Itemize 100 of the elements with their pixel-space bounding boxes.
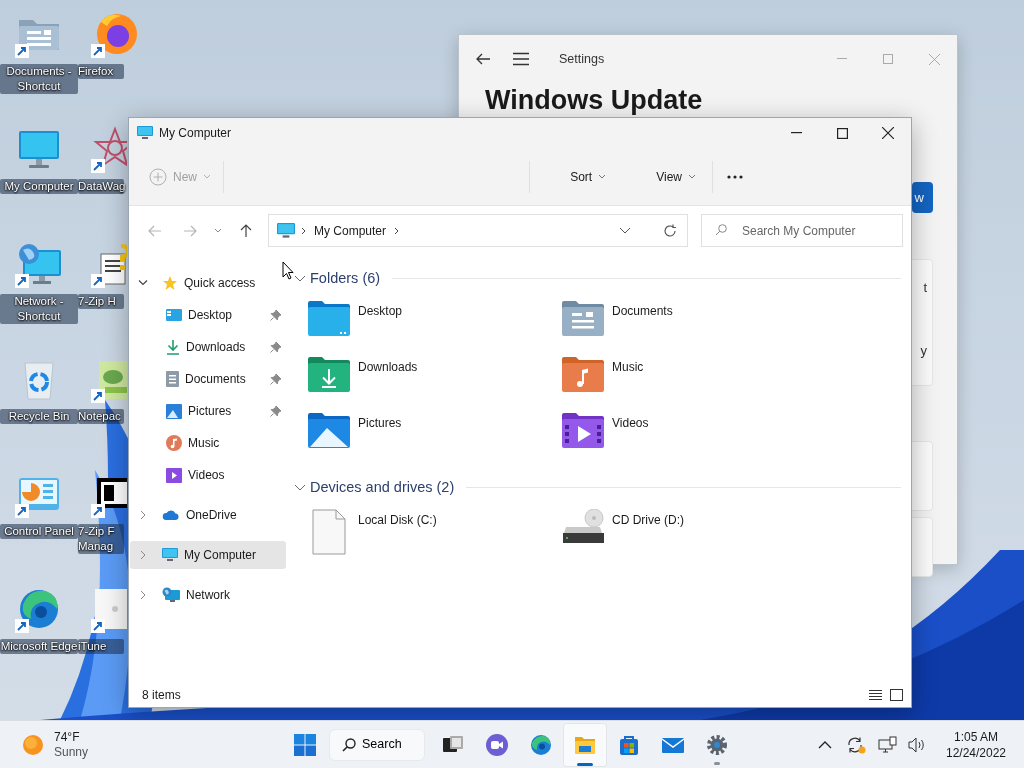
sidebar-item[interactable]: Pictures bbox=[130, 397, 286, 425]
folder-item[interactable]: Videos bbox=[562, 407, 816, 464]
pin-icon[interactable] bbox=[270, 309, 281, 321]
icon-label: iTune bbox=[78, 639, 124, 654]
icon-label: Microsoft Edge bbox=[0, 639, 78, 654]
clock[interactable]: 1:05 AM 12/24/2022 bbox=[936, 728, 1016, 761]
dropdown-chevron-icon[interactable] bbox=[619, 227, 631, 234]
grid-icon bbox=[294, 733, 316, 756]
folder-item[interactable]: Documents bbox=[562, 295, 816, 352]
expand-chevron-icon[interactable] bbox=[138, 278, 148, 288]
music-icon bbox=[166, 435, 182, 451]
back-arrow-icon[interactable] bbox=[475, 51, 491, 67]
star-emblem-icon[interactable] bbox=[91, 125, 127, 173]
drive-item[interactable]: Local Disk (C:) bbox=[308, 504, 562, 561]
pin-icon[interactable] bbox=[270, 405, 281, 417]
breadcrumb[interactable]: My Computer bbox=[312, 221, 389, 240]
details-view-icon[interactable] bbox=[869, 689, 882, 701]
search-button[interactable]: Search bbox=[329, 728, 425, 761]
sidebar-item[interactable]: OneDrive bbox=[130, 501, 286, 529]
caret-icon bbox=[598, 174, 607, 179]
icon-label: Notepac bbox=[78, 409, 124, 424]
caret-icon bbox=[688, 174, 696, 179]
forward-arrow-icon bbox=[183, 224, 197, 237]
sync-icon[interactable] bbox=[846, 735, 866, 754]
icon-label: 7-Zip F Manag bbox=[78, 524, 124, 554]
sort-button[interactable]: Sort bbox=[562, 161, 615, 192]
downloads-folder-icon bbox=[308, 355, 350, 392]
picture-icon bbox=[166, 403, 182, 419]
browser-icon bbox=[529, 732, 553, 757]
page-heading: Windows Update bbox=[485, 84, 704, 117]
monitor-icon bbox=[162, 548, 178, 562]
cursor-icon bbox=[282, 261, 294, 280]
sidebar-item[interactable]: My Computer bbox=[130, 541, 286, 569]
folder-item[interactable]: Music bbox=[562, 351, 816, 408]
drive-item[interactable]: CD Drive (D:) bbox=[562, 504, 816, 561]
window-title: Settings bbox=[559, 50, 605, 68]
sidebar-item[interactable]: Downloads bbox=[130, 333, 286, 361]
section-header[interactable]: Devices and drives (2) bbox=[294, 476, 455, 499]
card-text: t bbox=[923, 279, 927, 297]
download-icon bbox=[166, 339, 180, 355]
breadcrumb-chevron-icon[interactable] bbox=[394, 226, 400, 235]
tiles-view-icon[interactable] bbox=[890, 689, 903, 701]
search-icon bbox=[342, 737, 356, 752]
desktop-folder-icon bbox=[166, 308, 182, 322]
action-button[interactable]: w bbox=[912, 182, 933, 213]
address-bar[interactable]: My Computer bbox=[268, 214, 688, 247]
search-field[interactable]: Search My Computer bbox=[701, 214, 903, 247]
expand-chevron-icon[interactable] bbox=[138, 590, 148, 600]
sidebar-item[interactable]: Network bbox=[130, 581, 286, 609]
close-icon[interactable] bbox=[882, 127, 894, 139]
expand-chevron-icon[interactable] bbox=[138, 550, 148, 560]
more-icon bbox=[727, 174, 743, 179]
plus-icon bbox=[149, 167, 167, 186]
window-title: My Computer bbox=[159, 125, 232, 142]
weather-condition[interactable]: Sunny bbox=[54, 744, 89, 760]
monitor-icon bbox=[137, 126, 153, 140]
icon-label: DataWag bbox=[78, 179, 124, 194]
videos-folder-icon bbox=[562, 411, 604, 448]
sidebar-item[interactable]: Desktop bbox=[130, 301, 286, 329]
documents-folder-icon bbox=[562, 299, 604, 336]
date: 12/24/2022 bbox=[945, 744, 1007, 761]
caret-icon bbox=[214, 228, 222, 233]
search-icon bbox=[715, 224, 727, 236]
item-count: 8 items bbox=[142, 687, 181, 704]
pin-icon[interactable] bbox=[270, 341, 281, 353]
icon-label: My Computer bbox=[0, 179, 78, 194]
expand-chevron-icon[interactable] bbox=[138, 510, 148, 520]
monitor-icon bbox=[277, 222, 295, 239]
settings-icon bbox=[705, 732, 729, 757]
video-icon bbox=[166, 467, 182, 483]
icon-label: Network - Shortcut bbox=[0, 294, 78, 324]
network-icon[interactable] bbox=[878, 735, 898, 754]
minimize-icon[interactable] bbox=[790, 132, 802, 134]
sidebar-item[interactable]: Videos bbox=[130, 461, 286, 489]
folder-item[interactable]: Pictures bbox=[308, 407, 562, 464]
desktop-folder-icon bbox=[308, 299, 350, 336]
sidebar-item[interactable]: Documents bbox=[130, 365, 286, 393]
back-arrow-icon bbox=[148, 224, 162, 237]
menu-icon[interactable] bbox=[513, 52, 529, 66]
icon-label: Firefox bbox=[78, 64, 124, 79]
icon-label: Control Panel bbox=[0, 524, 78, 539]
refresh-icon[interactable] bbox=[663, 223, 677, 238]
caret-icon bbox=[203, 174, 211, 179]
maximize-icon[interactable] bbox=[836, 127, 848, 139]
chevron-up-icon[interactable] bbox=[818, 740, 832, 749]
pin-icon[interactable] bbox=[270, 373, 281, 385]
card-text: y bbox=[920, 342, 927, 360]
sidebar-item[interactable]: Quick access bbox=[130, 269, 286, 297]
view-button[interactable]: View bbox=[648, 161, 704, 192]
temperature[interactable]: 74°F bbox=[54, 729, 89, 745]
breadcrumb-chevron-icon[interactable] bbox=[301, 226, 306, 235]
folder-item[interactable]: Desktop bbox=[308, 295, 562, 352]
folder-item[interactable]: Downloads bbox=[308, 351, 562, 408]
section-header[interactable]: Folders (6) bbox=[294, 268, 381, 290]
icon-label: Recycle Bin bbox=[0, 409, 78, 424]
chat-icon bbox=[485, 732, 509, 757]
cloud-icon bbox=[162, 509, 180, 521]
sidebar-item[interactable]: Music bbox=[130, 429, 286, 457]
document-icon bbox=[166, 371, 179, 387]
volume-icon[interactable] bbox=[908, 736, 926, 753]
